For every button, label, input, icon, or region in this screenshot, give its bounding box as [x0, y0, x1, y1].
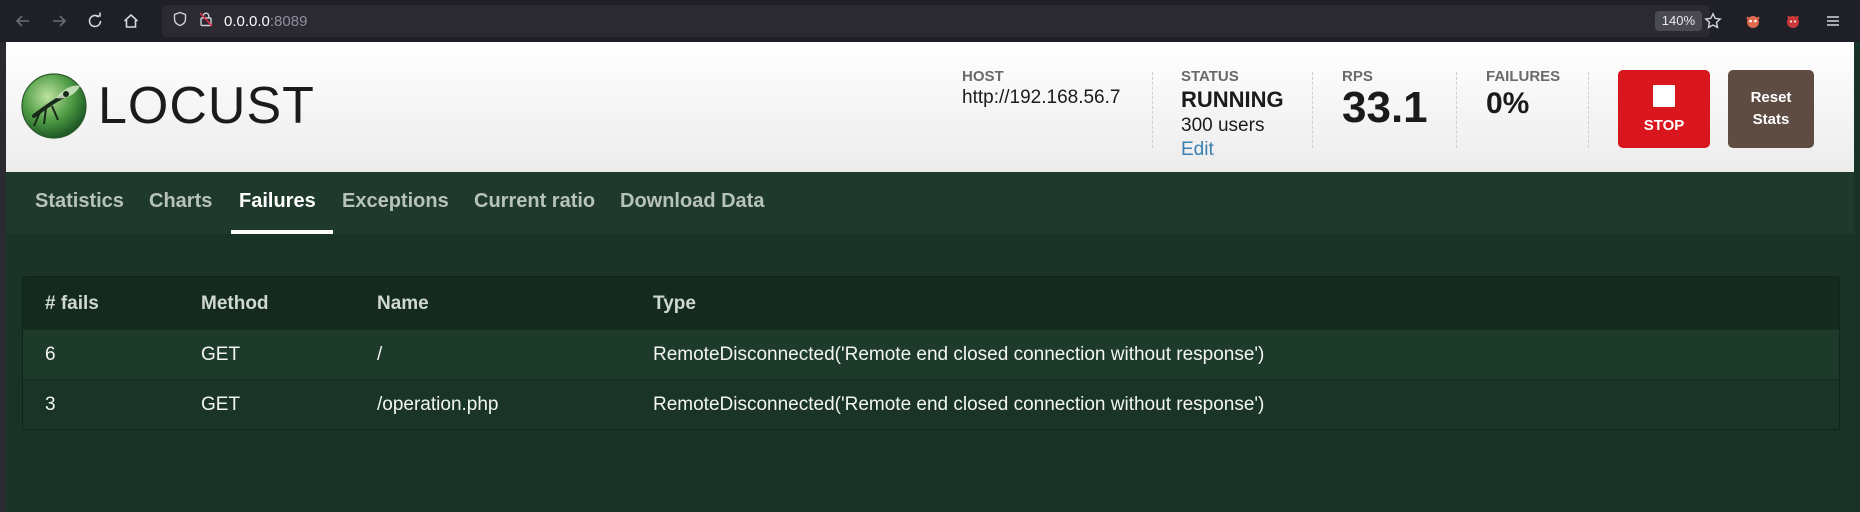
toolbar-right	[1700, 8, 1846, 34]
tab-charts[interactable]: Charts	[149, 190, 212, 213]
tab-exceptions[interactable]: Exceptions	[342, 190, 449, 213]
reset-stats-button[interactable]: Reset Stats	[1728, 70, 1814, 148]
failures-panel: # fails Method Name Type 6 GET / RemoteD…	[6, 234, 1854, 512]
tab-current-ratio[interactable]: Current ratio	[474, 190, 595, 213]
tab-failures[interactable]: Failures	[239, 190, 316, 213]
cell-method: GET	[201, 394, 241, 415]
reset-stats-label: Reset Stats	[1750, 89, 1792, 128]
status-value: RUNNING	[1181, 87, 1284, 112]
browser-toolbar: 0.0.0.0:8089 140%	[0, 0, 1860, 42]
column-header-type[interactable]: Type	[653, 293, 696, 315]
cell-fails: 6	[45, 344, 56, 365]
zoom-level-badge[interactable]: 140%	[1654, 11, 1702, 31]
column-header-method[interactable]: Method	[201, 293, 269, 315]
header-divider	[1152, 72, 1153, 148]
edit-users-link[interactable]: Edit	[1181, 139, 1284, 161]
host-stat: HOST http://192.168.56.7	[962, 68, 1120, 109]
url-text: 0.0.0.0:8089	[224, 13, 307, 30]
rps-value: 33.1	[1342, 83, 1428, 132]
insecure-lock-icon[interactable]	[198, 11, 214, 32]
extension-devil-icon[interactable]	[1780, 8, 1806, 34]
cell-method: GET	[201, 344, 241, 365]
table-row: 6 GET / RemoteDisconnected('Remote end c…	[23, 329, 1839, 379]
failures-label: FAILURES	[1486, 68, 1561, 85]
locust-logo: LOCUST	[20, 72, 315, 140]
failures-stat: FAILURES 0%	[1486, 68, 1560, 121]
stop-button-label: STOP	[1643, 116, 1685, 134]
cell-fails: 3	[45, 394, 56, 415]
rps-stat: RPS 33.1	[1342, 68, 1428, 131]
cell-name: /operation.php	[377, 394, 499, 415]
failures-table: # fails Method Name Type 6 GET / RemoteD…	[22, 276, 1840, 430]
url-host: 0.0.0.0	[224, 12, 270, 30]
host-value: http://192.168.56.7	[962, 87, 1121, 108]
back-icon[interactable]	[10, 8, 36, 34]
header-divider	[1456, 72, 1457, 148]
menu-hamburger-icon[interactable]	[1820, 8, 1846, 34]
table-header: # fails Method Name Type	[23, 277, 1839, 329]
header-divider	[1312, 72, 1313, 148]
column-header-name[interactable]: Name	[377, 293, 429, 315]
tab-statistics[interactable]: Statistics	[35, 190, 124, 213]
cell-type: RemoteDisconnected('Remote end closed co…	[653, 344, 1265, 365]
cell-name: /	[377, 344, 383, 365]
status-label: STATUS	[1181, 68, 1239, 85]
url-bar[interactable]: 0.0.0.0:8089 140%	[162, 5, 1710, 37]
tab-bar: Statistics Charts Failures Exceptions Cu…	[6, 172, 1854, 234]
extension-fox-icon[interactable]	[1740, 8, 1766, 34]
locust-logo-icon	[21, 73, 87, 139]
status-stat: STATUS RUNNING 300 users Edit	[1181, 68, 1284, 161]
table-row: 3 GET /operation.php RemoteDisconnected(…	[23, 379, 1839, 429]
reload-icon[interactable]	[82, 8, 108, 34]
url-port: :8089	[269, 12, 308, 30]
host-label: HOST	[962, 68, 1004, 85]
stop-icon	[1653, 84, 1675, 107]
column-header-fails[interactable]: # fails	[45, 293, 99, 315]
failures-value: 0%	[1486, 87, 1530, 120]
cell-type: RemoteDisconnected('Remote end closed co…	[653, 394, 1265, 415]
forward-icon[interactable]	[46, 8, 72, 34]
app-header: LOCUST HOST http://192.168.56.7 STATUS R…	[6, 42, 1854, 172]
header-divider	[1588, 72, 1589, 148]
user-count: 300 users	[1181, 115, 1265, 136]
home-icon[interactable]	[118, 8, 144, 34]
bookmark-star-icon[interactable]	[1700, 8, 1726, 34]
logo-wordmark: LOCUST	[98, 77, 315, 135]
stop-button[interactable]: STOP	[1618, 70, 1710, 148]
shield-icon[interactable]	[172, 11, 188, 32]
tab-download-data[interactable]: Download Data	[620, 190, 764, 213]
